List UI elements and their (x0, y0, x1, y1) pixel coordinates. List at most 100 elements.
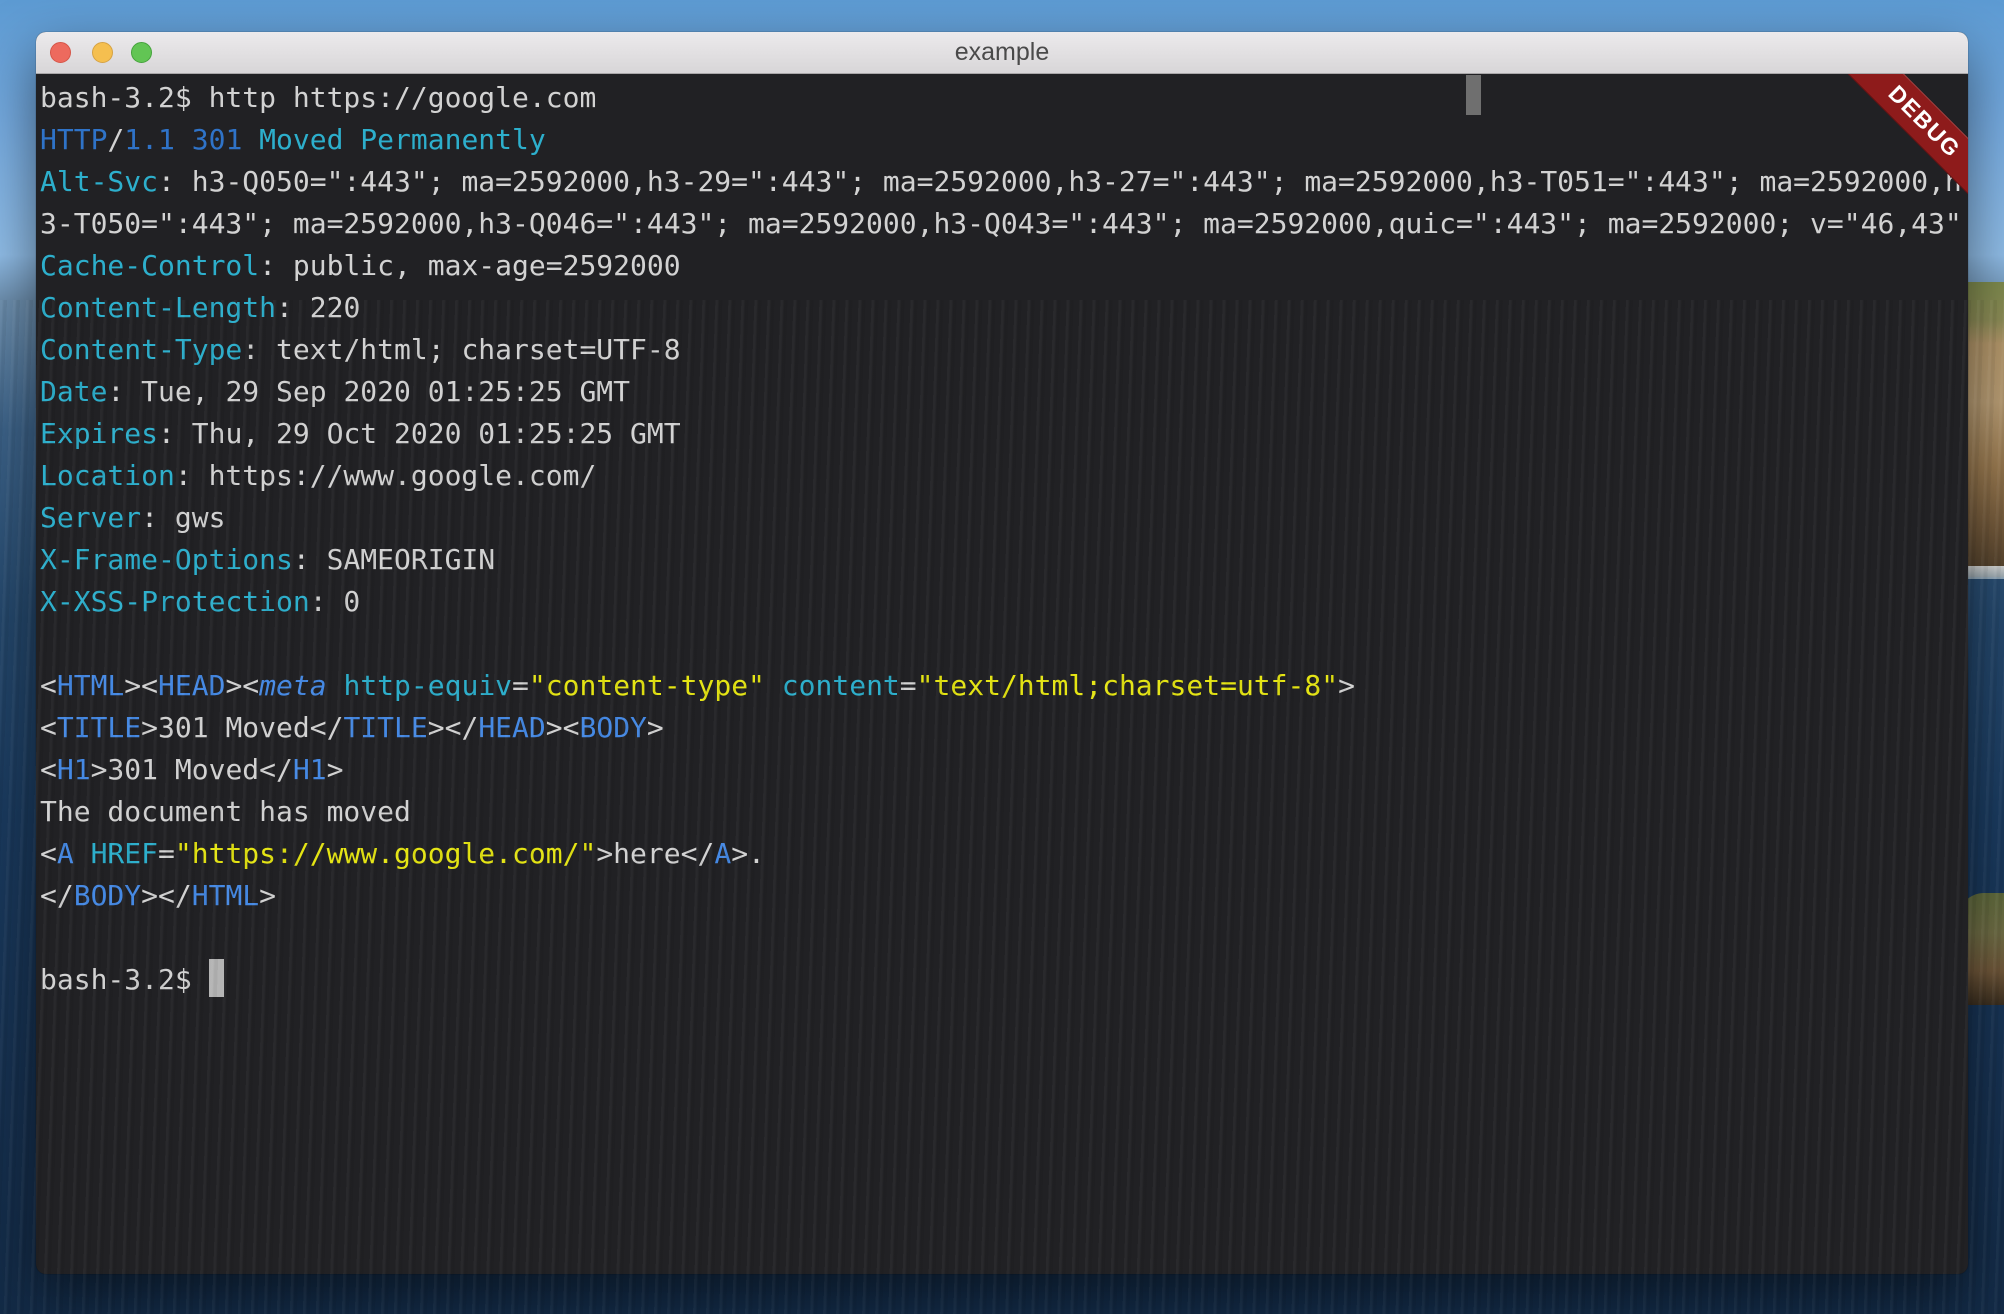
terminal-line: <HTML><HEAD><meta http-equiv="content-ty… (40, 665, 1968, 707)
text-segment: ></ (428, 711, 479, 744)
terminal-window: example bash-3.2$ http https://google.co… (36, 32, 1968, 1274)
text-segment: > (647, 711, 664, 744)
text-segment: ></ (141, 879, 192, 912)
text-segment: : h3-Q050=":443"; ma=2592000,h3-29=":443… (158, 165, 1962, 198)
text-segment: BODY (74, 879, 141, 912)
terminal-line: X-XSS-Protection: 0 (40, 581, 1968, 623)
text-segment: A (714, 837, 731, 870)
terminal-line: Location: https://www.google.com/ (40, 455, 1968, 497)
text-segment: >. (731, 837, 765, 870)
terminal-line: Server: gws (40, 497, 1968, 539)
text-segment: < (40, 837, 57, 870)
text-segment: : public, max-age=2592000 (259, 249, 680, 282)
text-segment: HEAD (158, 669, 225, 702)
text-segment: < (40, 753, 57, 786)
text-segment: content (782, 669, 900, 702)
text-segment: A (57, 837, 74, 870)
terminal-line: </BODY></HTML> (40, 875, 1968, 917)
text-segment: : gws (141, 501, 225, 534)
text-segment: : 220 (276, 291, 360, 324)
terminal-line: Content-Length: 220 (40, 287, 1968, 329)
terminal-line: The document has moved (40, 791, 1968, 833)
text-segment: : https://www.google.com/ (175, 459, 596, 492)
text-segment: TITLE (343, 711, 427, 744)
text-segment: = (512, 669, 529, 702)
terminal-line: <TITLE>301 Moved</TITLE></HEAD><BODY> (40, 707, 1968, 749)
terminal-line: X-Frame-Options: SAMEORIGIN (40, 539, 1968, 581)
text-segment: "text/html;charset=utf-8" (917, 669, 1338, 702)
text-segment: The document has moved (40, 795, 411, 828)
text-segment: >301 Moved</ (91, 753, 293, 786)
text-segment: Server (40, 501, 141, 534)
text-segment: >here</ (596, 837, 714, 870)
text-segment: "content-type" (529, 669, 765, 702)
text-segment: / (107, 123, 124, 156)
text-segment: Content-Type (40, 333, 242, 366)
text-segment: > (259, 879, 276, 912)
text-segment: Moved Permanently (259, 123, 546, 156)
text-segment: < (40, 711, 57, 744)
text-segment: : 0 (310, 585, 361, 618)
text-segment: HTTP (40, 123, 107, 156)
text-segment: : Tue, 29 Sep 2020 01:25:25 GMT (107, 375, 630, 408)
terminal-line: 3-T050=":443"; ma=2592000,h3-Q046=":443"… (40, 203, 1968, 245)
text-segment: </ (40, 879, 74, 912)
text-segment: HTML (57, 669, 124, 702)
text-segment: HREF (91, 837, 158, 870)
text-segment (765, 669, 782, 702)
terminal-screen[interactable]: bash-3.2$ http https://google.com HTTP/1.… (36, 74, 1968, 1274)
text-segment: Content-Length (40, 291, 276, 324)
text-segment: http-equiv (343, 669, 512, 702)
text-segment: Expires (40, 417, 158, 450)
text-segment (74, 837, 91, 870)
terminal-line: Cache-Control: public, max-age=2592000 (40, 245, 1968, 287)
terminal-line: <A HREF="https://www.google.com/">here</… (40, 833, 1968, 875)
text-segment: Location (40, 459, 175, 492)
text-segment: bash-3.2$ http https://google.com (40, 81, 596, 114)
text-segment (327, 669, 344, 702)
text-segment: >< (124, 669, 158, 702)
text-segment: "https://www.google.com/" (175, 837, 596, 870)
terminal-line: Content-Type: text/html; charset=UTF-8 (40, 329, 1968, 371)
text-segment: : Thu, 29 Oct 2020 01:25:25 GMT (158, 417, 681, 450)
text-segment: H1 (293, 753, 327, 786)
text-segment: < (40, 669, 57, 702)
text-segment: : SAMEORIGIN (293, 543, 495, 576)
window-title: example (36, 32, 1968, 73)
text-segment: >301 Moved</ (141, 711, 343, 744)
terminal-line: Date: Tue, 29 Sep 2020 01:25:25 GMT (40, 371, 1968, 413)
text-segment: Alt-Svc (40, 165, 158, 198)
text-segment: > (1338, 669, 1355, 702)
text-segment: >< (546, 711, 580, 744)
terminal-line: <H1>301 Moved</H1> (40, 749, 1968, 791)
desktop-wallpaper: example bash-3.2$ http https://google.co… (0, 0, 2004, 1314)
text-segment: 3-T050=":443"; ma=2592000,h3-Q046=":443"… (40, 207, 1962, 240)
terminal-line: bash-3.2$ (40, 959, 1968, 1001)
text-segment: 1.1 301 (124, 123, 259, 156)
terminal-line: Alt-Svc: h3-Q050=":443"; ma=2592000,h3-2… (40, 161, 1968, 203)
text-segment: HEAD (478, 711, 545, 744)
text-segment: = (900, 669, 917, 702)
terminal-cursor (209, 959, 224, 997)
text-segment: = (158, 837, 175, 870)
text-segment: HTML (192, 879, 259, 912)
text-segment: TITLE (57, 711, 141, 744)
text-segment: meta (259, 669, 326, 702)
terminal-line: Expires: Thu, 29 Oct 2020 01:25:25 GMT (40, 413, 1968, 455)
text-segment: : text/html; charset=UTF-8 (242, 333, 680, 366)
text-segment: >< (225, 669, 259, 702)
terminal-line (40, 623, 1968, 665)
text-segment: X-XSS-Protection (40, 585, 310, 618)
text-segment: H1 (57, 753, 91, 786)
text-segment: BODY (579, 711, 646, 744)
text-segment: Date (40, 375, 107, 408)
terminal-line (40, 917, 1968, 959)
text-segment: Cache-Control (40, 249, 259, 282)
terminal-line: HTTP/1.1 301 Moved Permanently (40, 119, 1968, 161)
terminal-line: bash-3.2$ http https://google.com (40, 77, 1968, 119)
scrollbar-thumb[interactable] (1466, 75, 1481, 115)
text-segment: X-Frame-Options (40, 543, 293, 576)
text-segment: > (327, 753, 344, 786)
text-segment: bash-3.2$ (40, 963, 209, 996)
window-titlebar[interactable]: example (36, 32, 1968, 74)
